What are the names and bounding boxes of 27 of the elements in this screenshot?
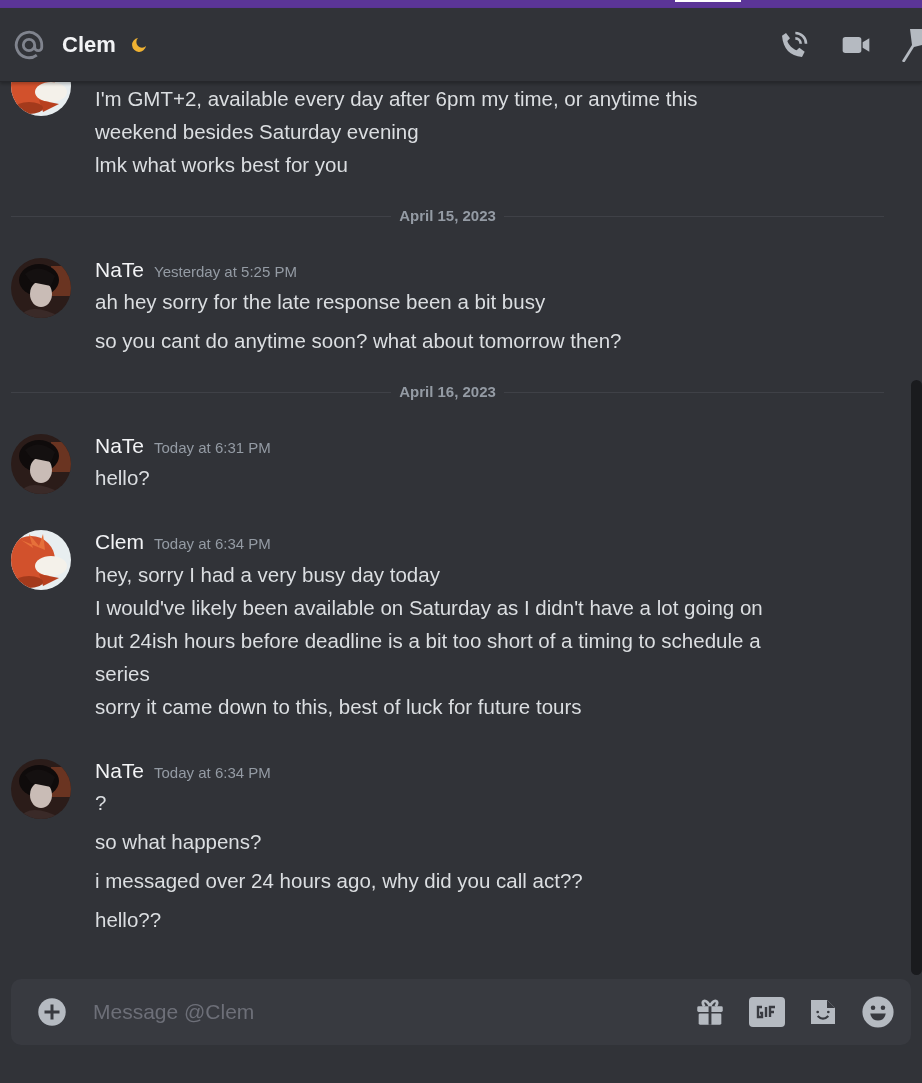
username[interactable]: Clem — [95, 526, 144, 558]
message-text: ah hey sorry for the late response been a bit busy — [95, 289, 547, 315]
message-text: ? — [95, 790, 108, 816]
emoji-icon[interactable] — [861, 995, 895, 1029]
add-icon[interactable] — [37, 997, 67, 1027]
username[interactable]: NaTe — [95, 754, 145, 786]
message-text: i messaged over 24 hours ago, why did you call act?? — [95, 868, 584, 894]
timestamp: Today at 6:34 PM — [154, 534, 271, 554]
message-text: hello?? — [95, 907, 163, 933]
username[interactable]: NaTe — [95, 429, 145, 461]
gif-icon[interactable] — [749, 997, 785, 1027]
date-divider-label: April 16, 2023 — [399, 382, 496, 402]
message-text: hello? — [95, 465, 151, 491]
username[interactable]: NaTe — [95, 253, 145, 285]
channel-name: Clem — [62, 31, 116, 59]
message-input[interactable]: Message @Clem — [91, 995, 669, 1029]
moon-icon — [131, 37, 146, 52]
timestamp: Today at 6:34 PM — [154, 762, 271, 783]
timestamp: Yesterday at 5:25 PM — [154, 261, 297, 282]
message-text: I'm GMT+2, available every day after 6pm my time, or anytime this weekend besides Saturday evening lmk what works best for you — [95, 86, 699, 178]
message-box[interactable]: Message @Clem — [11, 979, 911, 1045]
message-text: hey, sorry I had a very busy day today I would've likely been available on Saturday as I didn't have a lot going on but 24ish hours before deadline is a bit too short of a timing to schedule a series sorry it came down to this, best of luck for future tours — [95, 561, 764, 720]
message-text: so you cant do anytime soon? what about tomorrow then? — [95, 328, 623, 354]
timestamp: Today at 6:31 PM — [154, 437, 271, 458]
message-text: so what happens? — [95, 829, 263, 855]
scrollbar[interactable] — [911, 380, 922, 975]
date-divider-label: April 15, 2023 — [399, 206, 496, 226]
